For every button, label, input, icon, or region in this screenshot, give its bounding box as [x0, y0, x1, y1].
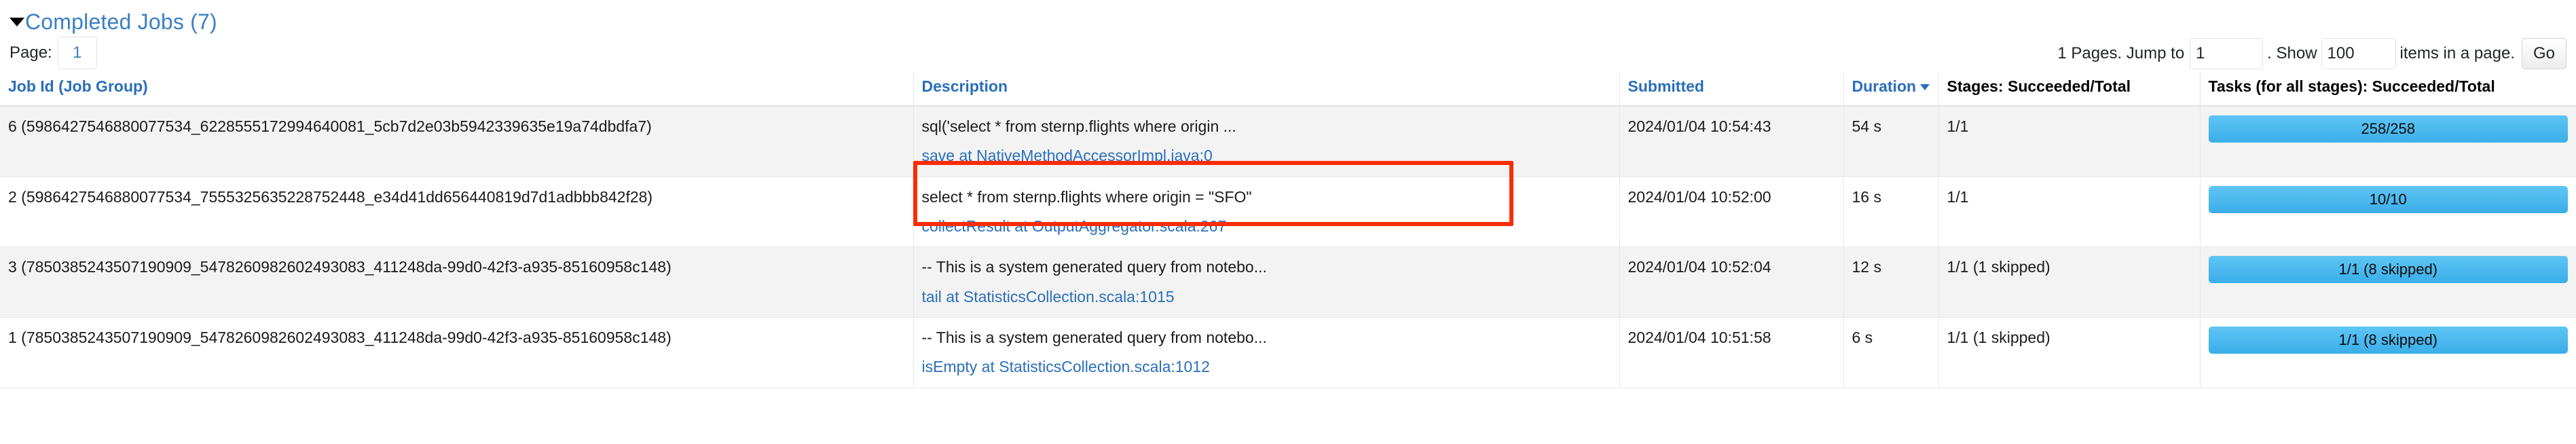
- description-text: sql('select * from sternp.flights where …: [921, 117, 1236, 135]
- cell-duration: 12 s: [1843, 246, 1939, 318]
- cell-stages: 1/1: [1938, 106, 2201, 177]
- tasks-progress-wrapper: 1/1 (8 skipped): [2208, 327, 2568, 354]
- page-label: Page:: [10, 43, 52, 62]
- cell-tasks: 1/1 (8 skipped): [2200, 246, 2576, 318]
- description-link[interactable]: tail at StatisticsCollection.scala:1015: [922, 286, 1611, 308]
- cell-tasks: 258/258: [2200, 106, 2576, 177]
- table-row[interactable]: 1 (7850385243507190909_54782609826024930…: [0, 317, 2576, 388]
- cell-job-id: 6 (5986427546880077534_62285551729946400…: [0, 106, 914, 177]
- tasks-progress-bar: 10/10: [2208, 185, 2568, 213]
- description-link[interactable]: isEmpty at StatisticsCollection.scala:10…: [922, 356, 1611, 378]
- sort-descending-icon: [1920, 84, 1930, 91]
- pagination-controls: 1 Pages. Jump to . Show items in a page.…: [2057, 38, 2566, 69]
- table-row[interactable]: 3 (7850385243507190909_54782609826024930…: [0, 246, 2576, 318]
- tasks-progress-bar: 258/258: [2208, 115, 2568, 143]
- table-header: Job Id (Job Group) Description Submitted…: [0, 72, 2576, 107]
- cell-job-id: 3 (7850385243507190909_54782609826024930…: [0, 246, 914, 318]
- description-text: -- This is a system generated query from…: [921, 258, 1267, 276]
- pagination-bar: Page: 1 1 Pages. Jump to . Show items in…: [0, 30, 2576, 72]
- description-text: select * from sternp.flights where origi…: [921, 187, 1252, 206]
- table-row[interactable]: 6 (5986427546880077534_62285551729946400…: [0, 106, 2576, 177]
- tasks-progress-wrapper: 258/258: [2208, 115, 2568, 143]
- column-header-submitted[interactable]: Submitted: [1619, 72, 1844, 107]
- cell-duration: 16 s: [1843, 177, 1939, 248]
- cell-stages: 1/1 (1 skipped): [1938, 317, 2201, 388]
- items-in-page-label: items in a page.: [2399, 44, 2515, 62]
- caret-down-icon[interactable]: [10, 17, 24, 26]
- tasks-progress-bar: 1/1 (8 skipped): [2208, 256, 2568, 284]
- jump-to-page-input[interactable]: [2190, 38, 2264, 69]
- completed-jobs-table: Job Id (Job Group) Description Submitted…: [0, 72, 2576, 388]
- cell-tasks: 1/1 (8 skipped): [2200, 317, 2576, 388]
- cell-submitted: 2024/01/04 10:52:04: [1619, 246, 1844, 318]
- cell-description: sql('select * from sternp.flights where …: [913, 106, 1620, 177]
- cell-description: select * from sternp.flights where origi…: [913, 177, 1620, 248]
- description-link[interactable]: collectResult at OutputAggregator.scala:…: [922, 215, 1611, 238]
- cell-stages: 1/1: [1938, 177, 2201, 248]
- pages-count-label: 1 Pages. Jump to: [2057, 44, 2185, 62]
- column-header-stages: Stages: Succeeded/Total: [1938, 72, 2201, 107]
- cell-stages: 1/1 (1 skipped): [1938, 246, 2201, 318]
- column-header-tasks: Tasks (for all stages): Succeeded/Total: [2200, 72, 2576, 107]
- table-row[interactable]: 2 (5986427546880077534_75553256352287524…: [0, 177, 2576, 248]
- cell-duration: 54 s: [1843, 106, 1939, 177]
- column-header-job-id[interactable]: Job Id (Job Group): [0, 72, 914, 107]
- cell-submitted: 2024/01/04 10:54:43: [1619, 106, 1844, 177]
- table-body: 6 (5986427546880077534_62285551729946400…: [0, 106, 2576, 388]
- page-number-badge[interactable]: 1: [57, 37, 97, 69]
- cell-submitted: 2024/01/04 10:51:58: [1619, 317, 1844, 388]
- items-per-page-input[interactable]: [2321, 38, 2396, 69]
- completed-jobs-section-header[interactable]: Completed Jobs (7): [0, 0, 2576, 33]
- column-header-description[interactable]: Description: [913, 72, 1620, 107]
- page-indicator-group: Page: 1: [10, 37, 97, 69]
- cell-description: -- This is a system generated query from…: [913, 317, 1620, 388]
- tasks-progress-bar: 1/1 (8 skipped): [2208, 327, 2568, 354]
- cell-tasks: 10/10: [2200, 177, 2576, 248]
- description-link[interactable]: save at NativeMethodAccessorImpl.java:0: [922, 145, 1611, 167]
- cell-submitted: 2024/01/04 10:52:00: [1619, 177, 1844, 248]
- go-button[interactable]: Go: [2521, 38, 2566, 69]
- cell-description: -- This is a system generated query from…: [913, 246, 1620, 318]
- column-header-duration-label: Duration: [1852, 77, 1917, 95]
- column-header-duration[interactable]: Duration: [1843, 72, 1939, 107]
- table-header-row: Job Id (Job Group) Description Submitted…: [0, 72, 2576, 107]
- cell-job-id: 2 (5986427546880077534_75553256352287524…: [0, 177, 914, 248]
- tasks-progress-wrapper: 10/10: [2208, 185, 2568, 213]
- completed-jobs-page: Completed Jobs (7) Page: 1 1 Pages. Jump…: [0, 0, 2576, 444]
- cell-job-id: 1 (7850385243507190909_54782609826024930…: [0, 317, 914, 388]
- description-text: -- This is a system generated query from…: [921, 329, 1267, 347]
- tasks-progress-wrapper: 1/1 (8 skipped): [2208, 256, 2568, 284]
- cell-duration: 6 s: [1843, 317, 1939, 388]
- show-label: . Show: [2267, 44, 2317, 62]
